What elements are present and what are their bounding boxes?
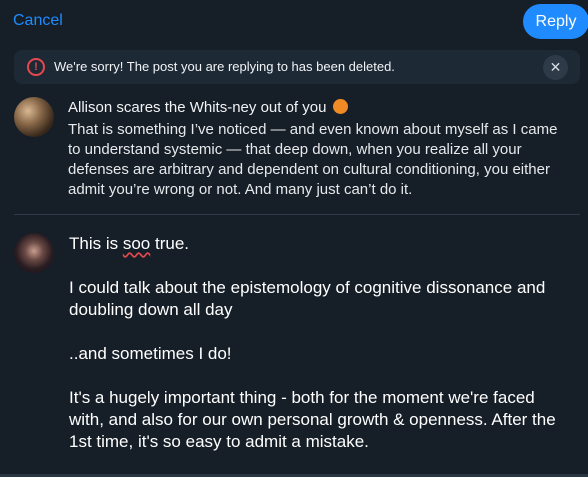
user-avatar bbox=[14, 233, 54, 273]
notice-text: We're sorry! The post you are replying t… bbox=[54, 59, 395, 74]
composer-paragraph-1: This is soo true. bbox=[69, 233, 569, 255]
parent-author-avatar[interactable] bbox=[14, 97, 54, 137]
composer-text: true. bbox=[150, 234, 190, 253]
composer-text: This is bbox=[69, 234, 123, 253]
parent-post-text: That is something I’ve noticed — and eve… bbox=[68, 121, 558, 198]
composer-paragraph-3: ..and sometimes I do! bbox=[69, 344, 232, 363]
close-icon[interactable]: ✕ bbox=[543, 55, 568, 80]
parent-author-label: Allison scares the Whits-ney out of you bbox=[68, 99, 327, 116]
divider bbox=[14, 214, 580, 215]
deleted-post-notice: ! We're sorry! The post you are replying… bbox=[14, 50, 580, 84]
top-bar: Cancel Reply bbox=[0, 0, 588, 44]
pumpkin-icon bbox=[332, 99, 348, 114]
composer-paragraph-4: It's a hugely important thing - both for… bbox=[69, 388, 556, 451]
composer-paragraph-2: I could talk about the epistemology of c… bbox=[69, 278, 546, 319]
misspelled-word[interactable]: soo bbox=[123, 234, 150, 253]
reply-button[interactable]: Reply bbox=[523, 4, 588, 39]
parent-author-name: Allison scares the Whits-ney out of you bbox=[68, 99, 348, 116]
exclamation-circle-icon: ! bbox=[27, 58, 45, 76]
cancel-button[interactable]: Cancel bbox=[13, 12, 63, 30]
reply-text-editor[interactable]: This is soo true. I could talk about the… bbox=[69, 233, 569, 475]
